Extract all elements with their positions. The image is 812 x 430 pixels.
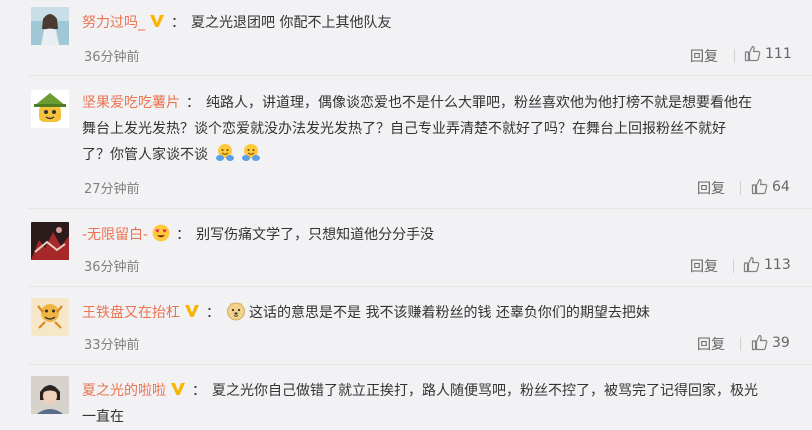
comment-body: 王铁盘又在抬杠 ： 这话的意思是不是 我不该赚着粉丝的钱 还辜负你们的期望去把妹 — [82, 300, 798, 326]
like-button[interactable]: 64 — [751, 178, 790, 195]
comment-text-line: 纯路人，讲道理，偶像谈恋爱也不是什么大罪吧，粉丝喜欢他为他打榜不就是想要看他在 — [206, 95, 752, 111]
action-separator — [733, 259, 734, 273]
timestamp: 36分钟前 — [84, 50, 140, 65]
divider — [28, 208, 812, 209]
comment-text-line: 舞台上发光发热？谈个恋爱就没办法发光发热了？自己专业弄清楚不就好了吗？在舞台上回… — [82, 121, 726, 137]
timestamp: 36分钟前 — [84, 260, 140, 275]
thumbs-up-icon — [751, 334, 768, 351]
divider — [28, 286, 812, 287]
comment-body: 努力过吗_ ： 夏之光退团吧 你配不上其他队友 — [82, 10, 798, 36]
colon-separator: ： — [176, 227, 191, 243]
comment-body: -无限留白- ： 别写伤痛文学了，只想知道他分分手没 — [82, 222, 798, 248]
comment-text-line: 了？你管人家谈不谈 — [82, 147, 208, 163]
reply-button[interactable]: 回复 — [697, 334, 725, 354]
avatar[interactable] — [31, 298, 69, 336]
like-count: 111 — [765, 45, 792, 62]
avatar[interactable] — [31, 90, 69, 128]
username[interactable]: 王铁盘又在抬杠 — [82, 305, 180, 321]
like-button[interactable]: 111 — [744, 45, 792, 62]
like-button[interactable]: 113 — [743, 256, 791, 273]
vip-v-icon — [150, 15, 164, 27]
avatar[interactable] — [31, 7, 69, 45]
comment-body: 夏之光的啦啦 ： 夏之光你自己做错了就立正挨打，路人随便骂吧，粉丝不控了，被骂完了记… — [82, 378, 798, 430]
divider — [28, 75, 812, 76]
like-button[interactable]: 39 — [751, 334, 790, 351]
like-count: 39 — [772, 334, 790, 351]
timestamp: 33分钟前 — [84, 338, 140, 353]
like-count: 113 — [764, 256, 791, 273]
heart-eyes-icon — [152, 224, 170, 242]
divider — [28, 364, 812, 365]
action-separator — [740, 337, 741, 351]
thumbs-up-icon — [744, 45, 761, 62]
comment-body: 坚果爱吃吃薯片 ： 纯路人，讲道理，偶像谈恋爱也不是什么大罪吧，粉丝喜欢他为他打榜不… — [82, 90, 798, 168]
colon-separator: ： — [206, 305, 220, 321]
username[interactable]: -无限留白- — [82, 227, 148, 243]
username[interactable]: 努力过吗_ — [82, 15, 145, 31]
thumbs-up-icon — [743, 256, 760, 273]
avatar[interactable] — [31, 222, 69, 260]
comment-text-line: 夏之光你自己做错了就立正挨打，路人随便骂吧，粉丝不控了，被骂完了记得回家，极光 — [212, 383, 758, 399]
comment-text: 夏之光退团吧 你配不上其他队友 — [191, 15, 392, 31]
reply-button[interactable]: 回复 — [690, 46, 718, 66]
reply-button[interactable]: 回复 — [690, 256, 718, 276]
comment-text: 这话的意思是不是 我不该赚着粉丝的钱 还辜负你们的期望去把妹 — [249, 305, 650, 321]
avatar[interactable] — [31, 376, 69, 414]
colon-separator: ： — [186, 95, 200, 111]
comment-text-line: 一直在 — [82, 409, 124, 425]
action-separator — [734, 49, 735, 63]
username[interactable]: 夏之光的啦啦 — [82, 383, 166, 399]
colon-separator: ： — [192, 383, 206, 399]
like-count: 64 — [772, 178, 790, 195]
action-separator — [740, 181, 741, 195]
comment-text: 别写伤痛文学了，只想知道他分分手没 — [196, 227, 435, 243]
colon-separator: ： — [171, 15, 185, 31]
vip-v-icon — [185, 305, 199, 317]
timestamp: 27分钟前 — [84, 182, 140, 197]
emoji-hug-icon — [242, 144, 261, 161]
emoji-hug-icon — [216, 144, 235, 161]
reply-button[interactable]: 回复 — [697, 178, 725, 198]
emoji-doge-icon — [227, 302, 245, 321]
vip-v-icon — [171, 383, 185, 395]
thumbs-up-icon — [751, 178, 768, 195]
username[interactable]: 坚果爱吃吃薯片 — [82, 95, 180, 111]
